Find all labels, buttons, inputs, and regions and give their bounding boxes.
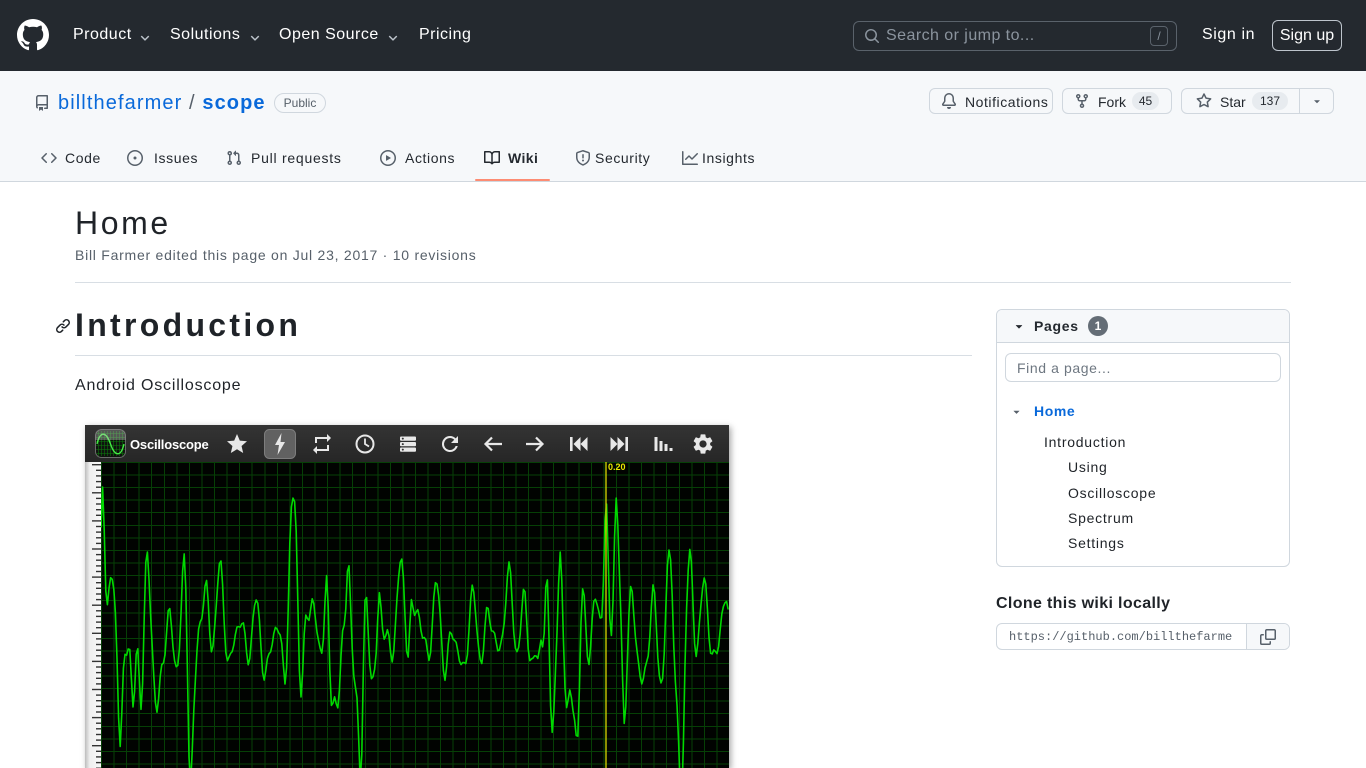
svg-text:0.20: 0.20 bbox=[608, 462, 626, 472]
